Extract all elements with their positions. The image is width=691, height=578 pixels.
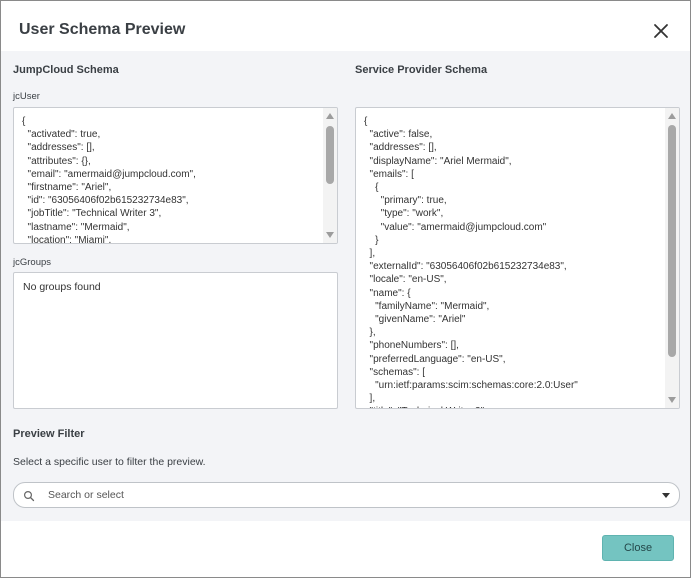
scroll-up-arrow-icon[interactable]	[668, 113, 676, 119]
jcuser-code-box[interactable]: { "activated": true, "addresses": [], "a…	[13, 107, 338, 244]
service-provider-code-box[interactable]: { "active": false, "addresses": [], "dis…	[355, 107, 680, 409]
jcuser-label: jcUser	[13, 91, 40, 102]
dialog-title: User Schema Preview	[19, 21, 186, 38]
chevron-down-icon[interactable]	[662, 493, 670, 498]
jcgroups-label: jcGroups	[13, 257, 52, 268]
service-provider-schema-heading: Service Provider Schema	[355, 64, 488, 76]
user-schema-preview-dialog: User Schema Preview JumpCloud Schema jcU…	[0, 0, 691, 578]
scrollbar-thumb[interactable]	[326, 126, 334, 184]
dialog-body: JumpCloud Schema jcUser { "activated": t…	[1, 51, 690, 521]
search-input[interactable]: Search or select	[48, 489, 124, 501]
preview-filter-heading: Preview Filter	[13, 428, 85, 440]
scroll-down-arrow-icon[interactable]	[668, 397, 676, 403]
preview-filter-helper-text: Select a specific user to filter the pre…	[13, 456, 206, 468]
jcuser-scrollbar[interactable]	[323, 108, 337, 243]
close-icon[interactable]	[651, 21, 671, 41]
dialog-header: User Schema Preview	[1, 1, 690, 51]
service-provider-scrollbar[interactable]	[665, 108, 679, 408]
no-groups-message: No groups found	[23, 281, 101, 293]
scrollbar-thumb[interactable]	[668, 125, 676, 357]
scroll-down-arrow-icon[interactable]	[326, 232, 334, 238]
dialog-footer: Close	[1, 521, 690, 577]
search-icon	[23, 489, 35, 502]
scroll-up-arrow-icon[interactable]	[326, 113, 334, 119]
service-provider-json: { "active": false, "addresses": [], "dis…	[364, 116, 578, 408]
jcgroups-box[interactable]: No groups found	[13, 272, 338, 409]
jcuser-json: { "activated": true, "addresses": [], "a…	[22, 116, 196, 244]
user-filter-search-select[interactable]: Search or select	[13, 482, 680, 508]
jumpcloud-schema-heading: JumpCloud Schema	[13, 64, 119, 76]
close-button[interactable]: Close	[602, 535, 674, 561]
